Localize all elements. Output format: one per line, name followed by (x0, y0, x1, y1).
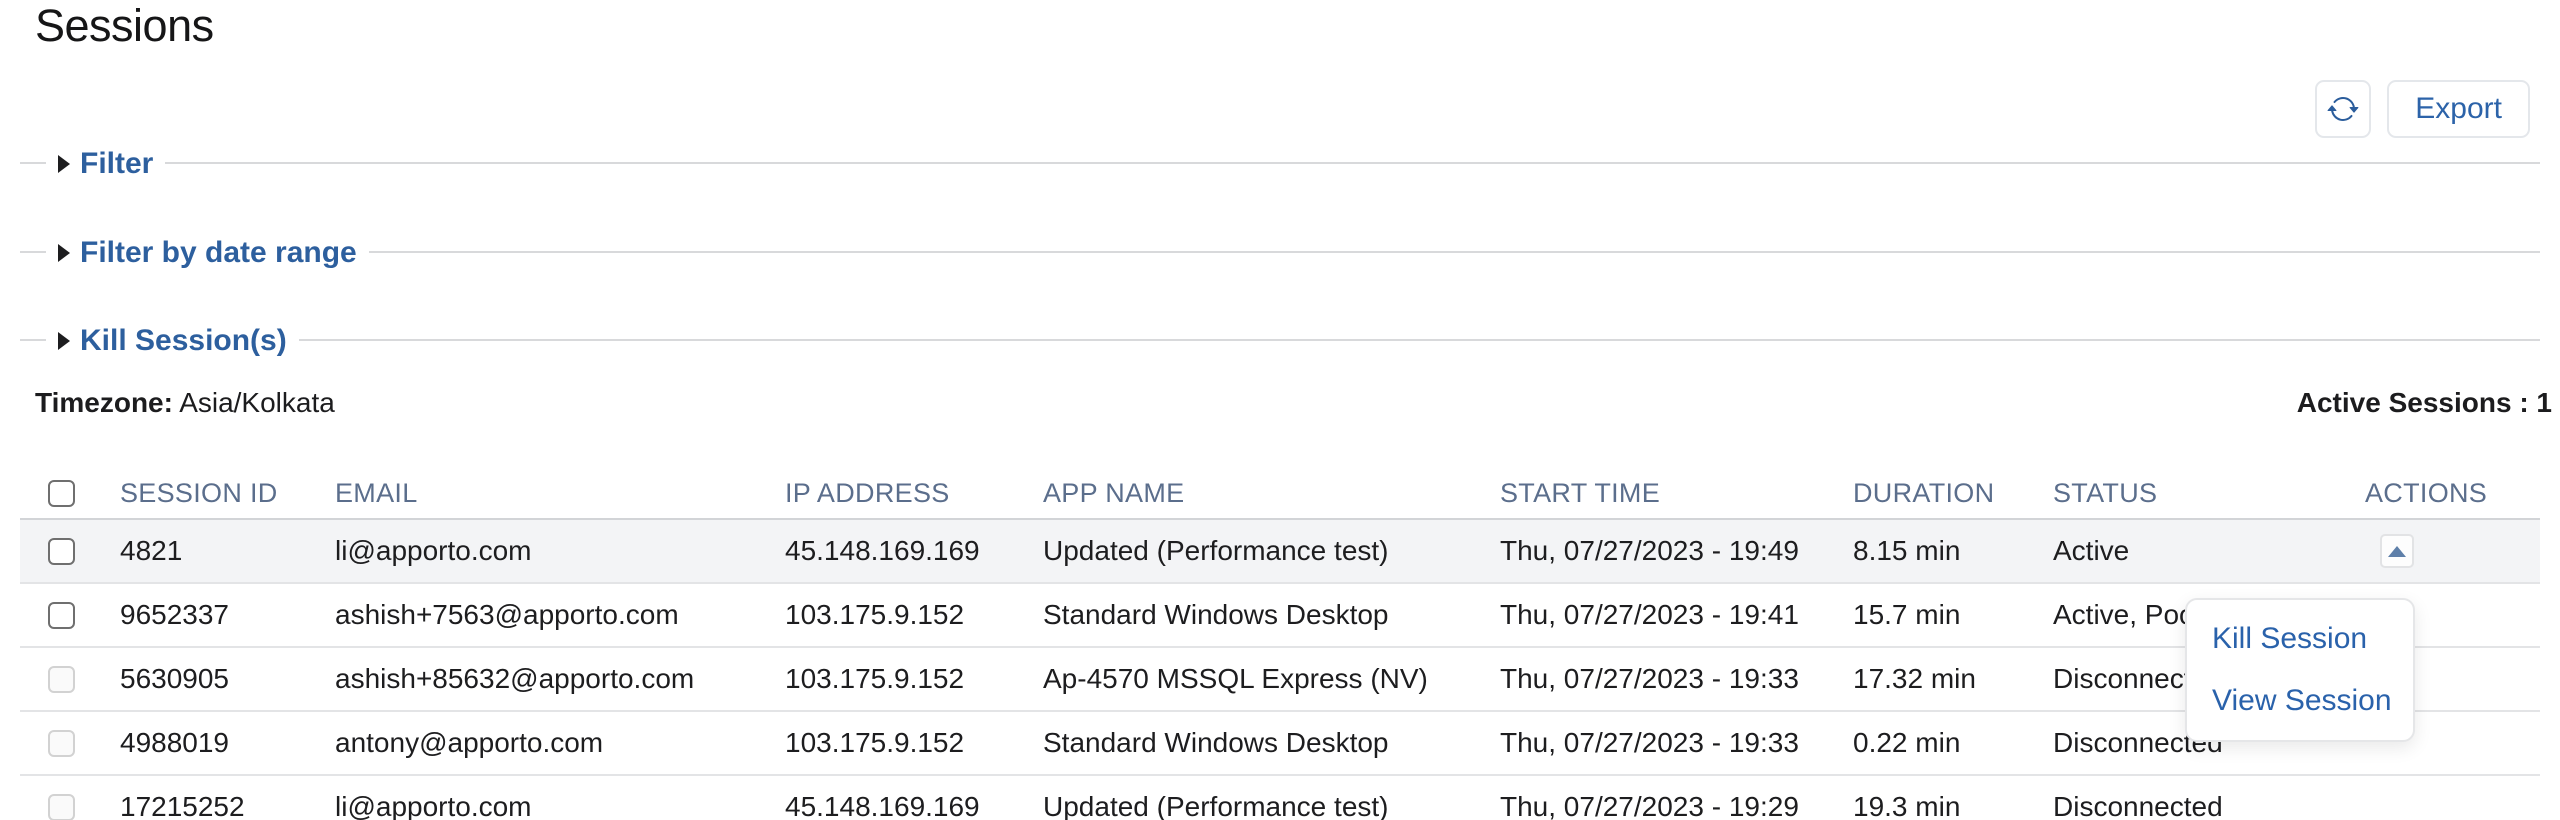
cell-app-name: Standard Windows Desktop (1043, 599, 1500, 631)
cell-email: li@apporto.com (335, 535, 785, 567)
cell-start-time: Thu, 07/27/2023 - 19:33 (1500, 663, 1853, 695)
cell-duration: 0.22 min (1853, 727, 2053, 759)
header-ip-address[interactable]: IP ADDRESS (785, 478, 1043, 509)
row-checkbox[interactable] (48, 666, 75, 693)
timezone-label: Timezone: (35, 387, 173, 418)
cell-email: ashish+7563@apporto.com (335, 599, 785, 631)
cell-email: li@apporto.com (335, 791, 785, 820)
cell-start-time: Thu, 07/27/2023 - 19:29 (1500, 791, 1853, 820)
page-title: Sessions (35, 0, 214, 52)
cell-session-id: 4988019 (120, 727, 335, 759)
cell-status: Disconnected (2053, 791, 2365, 820)
actions-menu-toggle[interactable] (2380, 534, 2414, 568)
refresh-button[interactable] (2315, 80, 2371, 138)
cell-ip-address: 45.148.169.169 (785, 791, 1043, 820)
cell-actions (2365, 534, 2540, 568)
checkbox-cell (20, 602, 120, 629)
header-duration[interactable]: DURATION (1853, 478, 2053, 509)
cell-session-id: 5630905 (120, 663, 335, 695)
caret-right-icon (58, 155, 70, 173)
cell-app-name: Ap-4570 MSSQL Express (NV) (1043, 663, 1500, 695)
cell-email: antony@apporto.com (335, 727, 785, 759)
cell-duration: 8.15 min (1853, 535, 2053, 567)
section-kill-sessions: Kill Session(s) (20, 339, 2540, 341)
section-filter: Filter (20, 162, 2540, 164)
actions-dropdown-menu: Kill Session View Session (2185, 598, 2415, 742)
cell-start-time: Thu, 07/27/2023 - 19:41 (1500, 599, 1853, 631)
select-all-checkbox[interactable] (48, 480, 75, 507)
checkbox-cell (20, 538, 120, 565)
row-checkbox[interactable] (48, 538, 75, 565)
row-checkbox[interactable] (48, 794, 75, 820)
caret-right-icon (58, 332, 70, 350)
section-filter-by-date-range-label: Filter by date range (80, 234, 357, 272)
select-all-cell (20, 480, 120, 507)
cell-session-id: 9652337 (120, 599, 335, 631)
row-checkbox[interactable] (48, 730, 75, 757)
section-kill-sessions-label: Kill Session(s) (80, 322, 287, 360)
sessions-page: Sessions Export Filter Filter by date ra… (0, 0, 2560, 820)
cell-email: ashish+85632@apporto.com (335, 663, 785, 695)
header-app-name[interactable]: APP NAME (1043, 478, 1500, 509)
caret-right-icon (58, 244, 70, 262)
table-row[interactable]: 5630905 ashish+85632@apporto.com 103.175… (20, 648, 2540, 712)
header-start-time[interactable]: START TIME (1500, 478, 1853, 509)
table-row[interactable]: 4988019 antony@apporto.com 103.175.9.152… (20, 712, 2540, 776)
cell-session-id: 4821 (120, 535, 335, 567)
table-body: 4821 li@apporto.com 45.148.169.169 Updat… (20, 520, 2540, 820)
menu-item-kill-session[interactable]: Kill Session (2187, 608, 2413, 670)
section-filter-by-date-range: Filter by date range (20, 251, 2540, 253)
section-kill-sessions-toggle[interactable]: Kill Session(s) (46, 322, 299, 360)
header-actions: ACTIONS (2365, 478, 2540, 509)
menu-item-view-session[interactable]: View Session (2187, 670, 2413, 732)
active-sessions-count: Active Sessions : 1 (2297, 386, 2552, 420)
table-header-row: SESSION ID EMAIL IP ADDRESS APP NAME STA… (20, 468, 2540, 520)
cell-ip-address: 45.148.169.169 (785, 535, 1043, 567)
cell-duration: 19.3 min (1853, 791, 2053, 820)
cell-ip-address: 103.175.9.152 (785, 599, 1043, 631)
section-filter-by-date-range-toggle[interactable]: Filter by date range (46, 234, 369, 272)
header-status[interactable]: STATUS (2053, 478, 2365, 509)
header-session-id[interactable]: SESSION ID (120, 478, 335, 509)
cell-status: Active (2053, 535, 2365, 567)
cell-ip-address: 103.175.9.152 (785, 663, 1043, 695)
cell-start-time: Thu, 07/27/2023 - 19:49 (1500, 535, 1853, 567)
cell-app-name: Updated (Performance test) (1043, 791, 1500, 820)
cell-duration: 17.32 min (1853, 663, 2053, 695)
section-filter-label: Filter (80, 145, 153, 183)
timezone-value: Asia/Kolkata (179, 387, 335, 418)
cell-duration: 15.7 min (1853, 599, 2053, 631)
checkbox-cell (20, 794, 120, 820)
caret-up-icon (2388, 546, 2406, 557)
timezone-text: Timezone: Asia/Kolkata (35, 386, 335, 420)
cell-app-name: Standard Windows Desktop (1043, 727, 1500, 759)
refresh-icon (2327, 93, 2359, 125)
cell-start-time: Thu, 07/27/2023 - 19:33 (1500, 727, 1853, 759)
cell-app-name: Updated (Performance test) (1043, 535, 1500, 567)
cell-ip-address: 103.175.9.152 (785, 727, 1043, 759)
section-filter-toggle[interactable]: Filter (46, 145, 165, 183)
export-button[interactable]: Export (2387, 80, 2530, 138)
header-email[interactable]: EMAIL (335, 478, 785, 509)
row-checkbox[interactable] (48, 602, 75, 629)
table-row[interactable]: 17215252 li@apporto.com 45.148.169.169 U… (20, 776, 2540, 820)
checkbox-cell (20, 730, 120, 757)
table-row[interactable]: 4821 li@apporto.com 45.148.169.169 Updat… (20, 520, 2540, 584)
checkbox-cell (20, 666, 120, 693)
export-button-label: Export (2415, 92, 2502, 126)
table-row[interactable]: 9652337 ashish+7563@apporto.com 103.175.… (20, 584, 2540, 648)
toolbar: Export (2315, 80, 2530, 138)
sessions-table: SESSION ID EMAIL IP ADDRESS APP NAME STA… (20, 468, 2540, 820)
cell-session-id: 17215252 (120, 791, 335, 820)
